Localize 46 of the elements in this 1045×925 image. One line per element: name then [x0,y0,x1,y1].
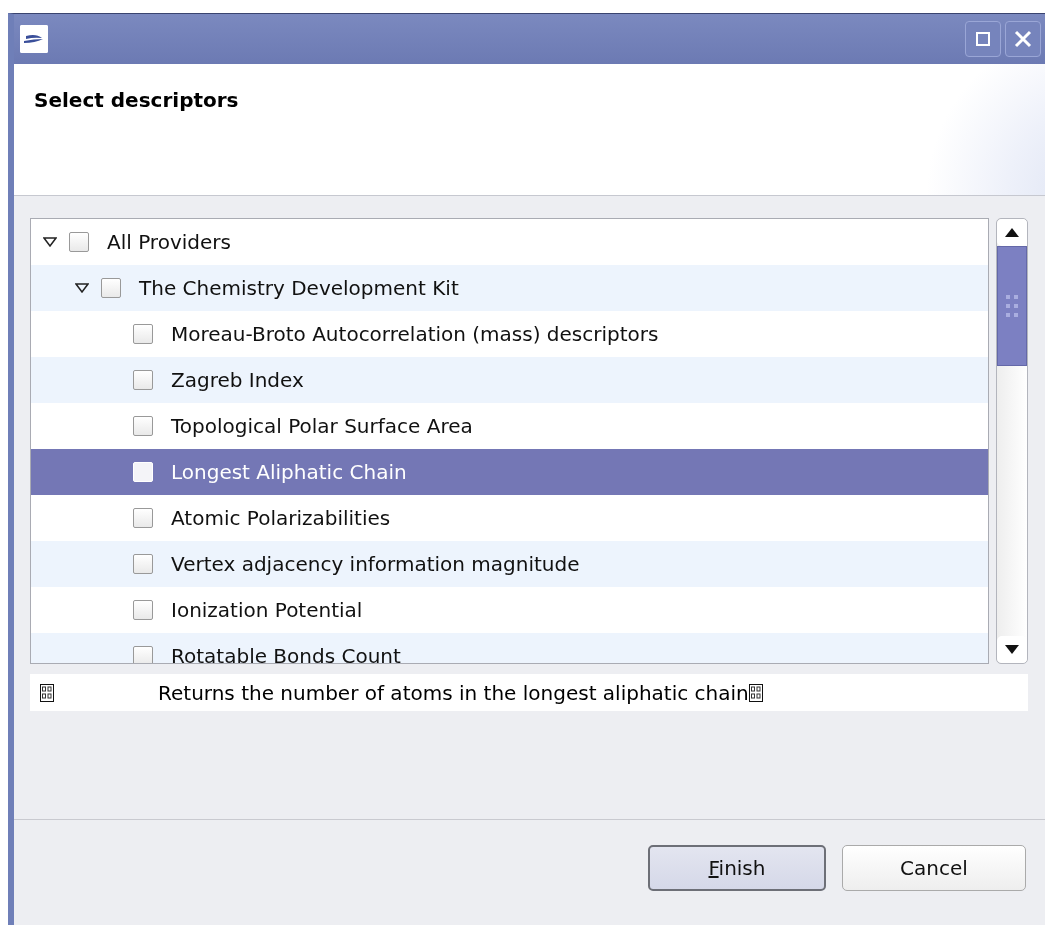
expanded-triangle-icon[interactable] [43,237,57,247]
tree-row[interactable]: Vertex adjacency information magnitude [31,541,988,587]
tree-row[interactable]: Atomic Polarizabilities [31,495,988,541]
close-button[interactable] [1005,21,1041,57]
tree-item-label: Vertex adjacency information magnitude [171,552,580,576]
tree-item-label: Rotatable Bonds Count [171,644,401,663]
app-icon [20,25,48,53]
tree-row[interactable]: Zagreb Index [31,357,988,403]
tree-item-label: Topological Polar Surface Area [171,414,473,438]
tree-row[interactable]: Topological Polar Surface Area [31,403,988,449]
checkbox[interactable] [133,416,153,436]
scroll-thumb[interactable] [997,246,1027,366]
tree-item-label: All Providers [107,230,231,254]
tree-row[interactable]: Moreau-Broto Autocorrelation (mass) descriptors [31,311,988,357]
checkbox[interactable] [133,646,153,663]
checkbox[interactable] [133,324,153,344]
tree-row[interactable]: Rotatable Bonds Count [31,633,988,663]
expanded-triangle-icon[interactable] [75,283,89,293]
description-text: Returns the number of atoms in the longest aliphatic chain [158,680,749,705]
tree-row[interactable]: All Providers [31,219,988,265]
checkbox[interactable] [133,600,153,620]
checkbox[interactable] [69,232,89,252]
glyph-box-icon [748,683,763,702]
scrollbar[interactable] [996,218,1028,664]
checkbox[interactable] [133,554,153,574]
tree-item-label: Zagreb Index [171,368,304,392]
tree-row[interactable]: Longest Aliphatic Chain [31,449,988,495]
tree-item-label: Ionization Potential [171,598,363,622]
up-arrow-icon[interactable] [1005,228,1019,237]
tree-item-label: Longest Aliphatic Chain [171,460,407,484]
tree-item-label: Moreau-Broto Autocorrelation (mass) descriptors [171,322,659,346]
glyph-box-icon [40,683,54,702]
checkbox[interactable] [133,370,153,390]
maximize-icon [973,29,993,49]
tree-item-label: The Chemistry Development Kit [139,276,459,300]
dialog-button[interactable]: Cancel [842,845,1026,891]
dialog-button[interactable]: Finish [648,845,826,891]
tree-row[interactable]: Ionization Potential [31,587,988,633]
tree-item-label: Atomic Polarizabilities [171,506,391,530]
checkbox[interactable] [101,278,121,298]
page-title: Select descriptors [34,88,239,112]
checkbox[interactable] [133,508,153,528]
down-arrow-icon[interactable] [1005,645,1019,654]
maximize-button[interactable] [965,21,1001,57]
close-icon [1013,29,1033,49]
tree-row[interactable]: The Chemistry Development Kit [31,265,988,311]
